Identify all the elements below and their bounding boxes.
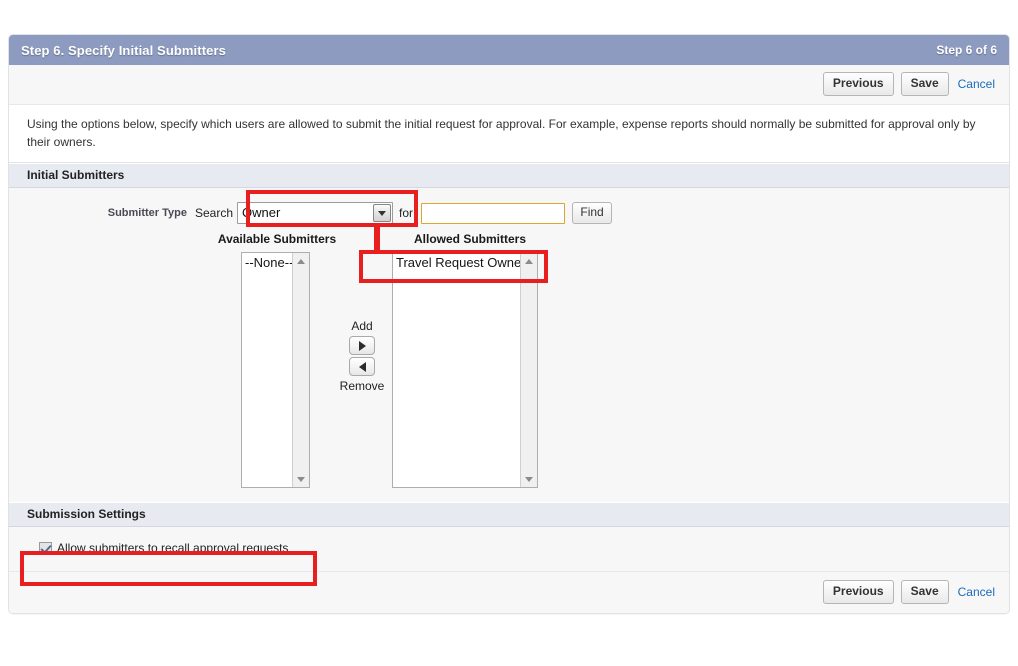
scroll-down-icon[interactable] <box>293 471 308 487</box>
initial-submitters-body: Submitter Type Search Owner for: Find Av… <box>9 188 1009 502</box>
available-submitters-listbox[interactable]: --None-- <box>241 252 310 488</box>
cancel-link-bottom[interactable]: Cancel <box>956 585 999 599</box>
find-button[interactable]: Find <box>572 202 612 224</box>
previous-button-bottom[interactable]: Previous <box>822 580 894 604</box>
allowed-submitters-label: Allowed Submitters <box>413 232 526 246</box>
submitter-search-row: Submitter Type Search Owner for: Find <box>9 188 1009 230</box>
wizard-title-bar: Step 6. Specify Initial Submitters Step … <box>9 35 1009 65</box>
bottom-action-bar: Previous Save Cancel <box>9 571 1009 613</box>
allowed-listbox-scrollbar[interactable] <box>520 253 537 487</box>
search-type-select[interactable]: Owner <box>237 202 394 224</box>
step-counter: Step 6 of 6 <box>936 43 997 57</box>
search-term-input[interactable] <box>421 202 566 224</box>
add-button[interactable] <box>349 336 375 355</box>
approval-process-wizard-page: Step 6. Specify Initial Submitters Step … <box>8 34 1010 614</box>
for-label: for: <box>399 206 417 220</box>
allowed-submitters-listbox[interactable]: Travel Request Owner <box>392 252 538 488</box>
recall-approval-label: Allow submitters to recall approval requ… <box>57 541 289 555</box>
cancel-link-top[interactable]: Cancel <box>956 77 999 91</box>
search-type-select-wrapper: Owner <box>237 202 394 224</box>
submission-settings-body: Allow submitters to recall approval requ… <box>9 527 1009 571</box>
scroll-up-icon[interactable] <box>293 253 308 269</box>
save-button-bottom[interactable]: Save <box>900 580 949 604</box>
arrow-right-icon <box>358 340 366 351</box>
arrow-left-icon <box>358 361 366 372</box>
page-title: Step 6. Specify Initial Submitters <box>21 42 226 58</box>
list-item[interactable]: Travel Request Owner <box>393 253 537 271</box>
submitter-type-label: Submitter Type <box>107 207 187 219</box>
instructions-text: Using the options below, specify which u… <box>9 105 1009 163</box>
scroll-down-icon[interactable] <box>521 471 536 487</box>
search-label: Search <box>195 206 234 220</box>
section-header-submission-settings: Submission Settings <box>9 502 1009 527</box>
remove-label: Remove <box>339 379 385 393</box>
wizard-panel: Step 6. Specify Initial Submitters Step … <box>8 34 1010 614</box>
chevron-down-icon[interactable] <box>373 204 392 222</box>
dual-listbox-area: Available Submitters Allowed Submitters … <box>9 230 1009 502</box>
previous-button-top[interactable]: Previous <box>822 72 894 96</box>
save-button-top[interactable]: Save <box>900 72 949 96</box>
section-header-initial-submitters: Initial Submitters <box>9 163 1009 188</box>
scroll-up-icon[interactable] <box>521 253 536 269</box>
top-action-bar: Previous Save Cancel <box>9 65 1009 105</box>
remove-button[interactable] <box>349 357 375 376</box>
recall-setting-row: Allow submitters to recall approval requ… <box>39 541 1009 555</box>
add-label: Add <box>351 319 373 333</box>
available-listbox-scrollbar[interactable] <box>292 253 309 487</box>
recall-approval-checkbox[interactable] <box>39 541 52 555</box>
available-submitters-label: Available Submitters <box>217 232 337 246</box>
add-remove-controls: Add Remove <box>320 318 404 394</box>
